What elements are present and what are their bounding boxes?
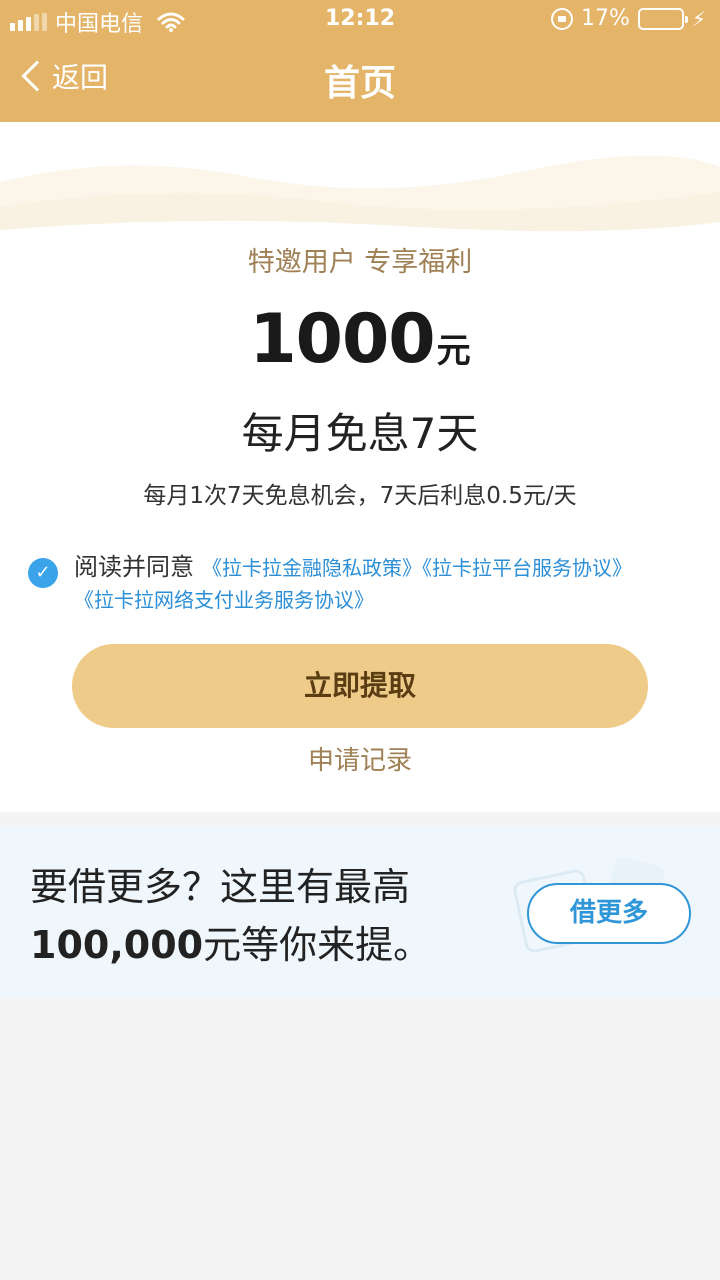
amount-value: 1000 [249, 300, 435, 379]
offer-subtitle: 特邀用户 专享福利 [247, 247, 473, 278]
status-right: 17% ⚡ [551, 6, 706, 31]
agreement-prefix: 阅读并同意 [74, 553, 194, 581]
borrow-more-banner: 要借更多？这里有最高 100,000元等你来提。 借更多 [0, 826, 720, 998]
status-bar: 中国电信 12:12 17% ⚡ [0, 0, 720, 40]
offer-card: 特邀用户 专享福利 1000元 每月免息7天 每月1次7天免息机会，7天后利息0… [0, 122, 720, 812]
offer-headline: 每月免息7天 [241, 409, 479, 458]
promo-text: 要借更多？这里有最高 100,000元等你来提。 [30, 858, 431, 974]
payment-agreement-link[interactable]: 《拉卡拉网络支付业务服务协议》 [74, 584, 374, 613]
borrow-more-button[interactable]: 借更多 [527, 883, 691, 944]
promo-line1: 要借更多？这里有最高 [30, 865, 411, 909]
application-records-link[interactable]: 申请记录 [0, 740, 720, 777]
battery-percent: 17% [581, 6, 630, 31]
decorative-wave [0, 122, 720, 242]
claim-now-button[interactable]: 立即提取 [72, 644, 648, 728]
battery-icon [637, 7, 688, 30]
orientation-lock-icon [551, 7, 574, 30]
platform-agreement-link[interactable]: 《拉卡拉平台服务协议》 [422, 556, 632, 580]
app-header: 中国电信 12:12 17% ⚡ 返回 首页 [0, 0, 720, 122]
charging-icon: ⚡ [691, 6, 706, 31]
nav-bar: 返回 首页 [0, 40, 720, 122]
promo-line2-rest: 元等你来提。 [203, 923, 432, 967]
agreement-checkbox[interactable]: ✓ [28, 558, 58, 588]
offer-amount: 1000元 [0, 300, 720, 379]
privacy-policy-link[interactable]: 《拉卡拉金融隐私政策》 [202, 556, 422, 580]
agreement-text: 阅读并同意 《拉卡拉金融隐私政策》《拉卡拉平台服务协议》 [74, 552, 714, 583]
page-title: 首页 [323, 63, 396, 104]
amount-unit: 元 [436, 331, 471, 371]
offer-description: 每月1次7天免息机会，7天后利息0.5元/天 [143, 483, 577, 509]
promo-line2: 100,000元等你来提。 [30, 916, 431, 974]
promo-amount: 100,000 [30, 923, 204, 967]
